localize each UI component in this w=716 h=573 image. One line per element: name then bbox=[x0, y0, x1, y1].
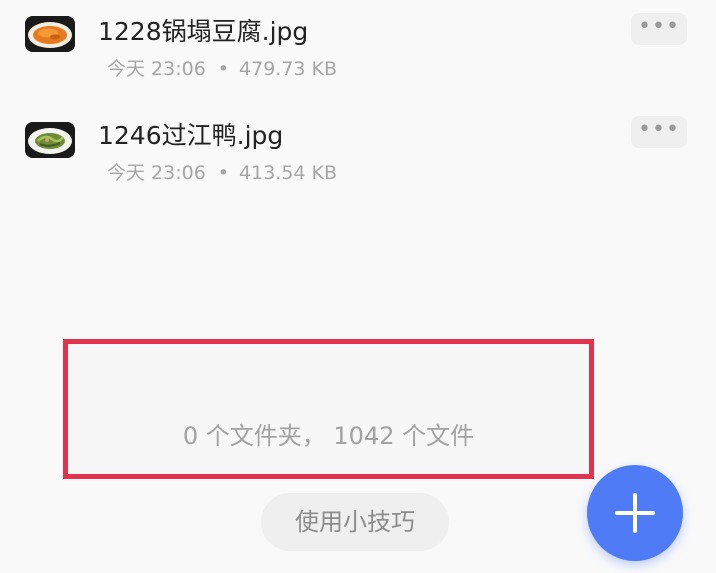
more-options-button[interactable]: ••• bbox=[631, 13, 687, 45]
file-list-item[interactable]: 1246过江鸭.jpg 今天 23:06 • 413.54 KB ••• bbox=[0, 104, 716, 208]
plus-icon bbox=[615, 493, 655, 533]
usage-tips-button[interactable]: 使用小技巧 bbox=[261, 493, 449, 551]
more-dots-icon: ••• bbox=[638, 117, 680, 142]
duck-dish-thumbnail-icon bbox=[25, 122, 75, 158]
file-list-item[interactable]: 1228锅塌豆腐.jpg 今天 23:06 • 479.73 KB ••• bbox=[0, 0, 716, 104]
file-count-summary: 0 个文件夹， 1042 个文件 bbox=[182, 422, 475, 450]
add-button[interactable] bbox=[587, 465, 683, 561]
file-meta: 今天 23:06 • 413.54 KB bbox=[107, 161, 337, 185]
file-name: 1246过江鸭.jpg bbox=[98, 121, 284, 150]
image-thumbnail bbox=[25, 16, 75, 52]
file-size: 413.54 KB bbox=[239, 162, 338, 184]
file-date: 今天 23:06 bbox=[107, 58, 206, 80]
meta-separator: • bbox=[217, 58, 230, 80]
file-meta: 今天 23:06 • 479.73 KB bbox=[107, 57, 337, 81]
file-date: 今天 23:06 bbox=[107, 162, 206, 184]
file-name: 1228锅塌豆腐.jpg bbox=[98, 17, 309, 46]
more-options-button[interactable]: ••• bbox=[631, 116, 687, 148]
file-count-summary-highlight: 0 个文件夹， 1042 个文件 bbox=[63, 339, 594, 479]
meta-separator: • bbox=[217, 162, 230, 184]
more-dots-icon: ••• bbox=[638, 14, 680, 39]
fried-tofu-thumbnail-icon bbox=[25, 16, 75, 52]
file-size: 479.73 KB bbox=[239, 58, 338, 80]
image-thumbnail bbox=[25, 122, 75, 158]
